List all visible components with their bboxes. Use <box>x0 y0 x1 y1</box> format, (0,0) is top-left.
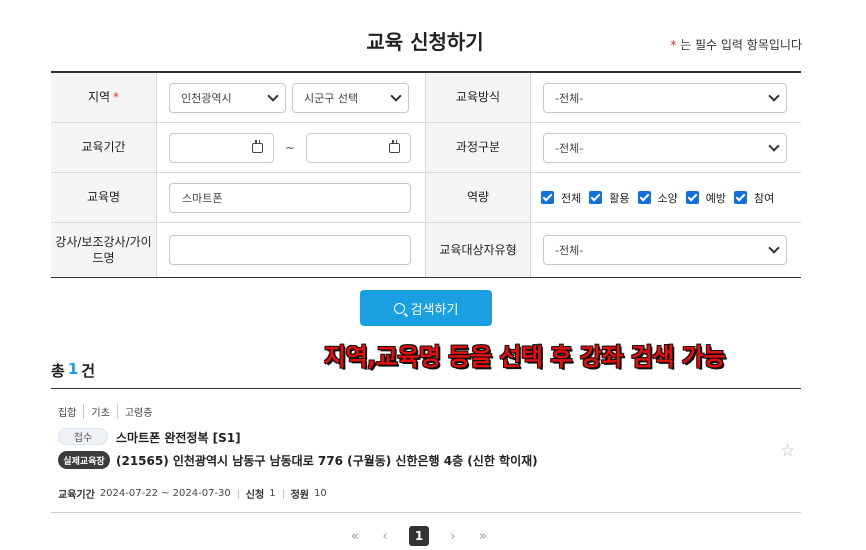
tag-item: 기초 <box>83 404 116 419</box>
instructor-label: 강사/보조강사/가이드명 <box>51 223 157 277</box>
target-type-select[interactable]: -전체- <box>543 235 787 265</box>
target-type-label: 교육대상자유형 <box>425 223 531 277</box>
checkbox-checked-icon[interactable] <box>734 191 747 204</box>
course-address: (21565) 인천광역시 남동구 남동대로 776 (구월동) 신한은행 4층… <box>116 454 538 468</box>
capacity-label: 정원 <box>290 490 309 501</box>
competency-checkbox-use[interactable]: 활용 <box>589 190 630 206</box>
first-page-button[interactable]: « <box>340 526 370 546</box>
calendar-icon[interactable] <box>252 139 263 153</box>
period-meta-label: 교육기간 <box>58 490 95 501</box>
favorite-star-icon[interactable]: ☆ <box>780 441 795 461</box>
search-icon <box>393 302 405 314</box>
chevron-down-icon <box>768 242 780 254</box>
search-form: 지역 * 인천광역시 시군구 선택 교육방식 -전체- 교육기간 ~ 과정구분 -… <box>51 71 801 278</box>
chevron-down-icon <box>768 139 780 152</box>
next-page-button[interactable]: › <box>438 526 468 546</box>
last-page-button[interactable]: » <box>468 526 498 546</box>
chevron-down-icon <box>267 89 279 102</box>
region-label: 지역 * <box>51 73 157 122</box>
district-select[interactable]: 시군구 선택 <box>292 82 409 113</box>
prev-page-button[interactable]: ‹ <box>370 526 400 546</box>
status-badge: 접수 <box>58 428 108 445</box>
tag-item: 집합 <box>58 408 77 419</box>
form-row-period: 교육기간 ~ 과정구분 -전체- <box>51 123 801 173</box>
course-meta: 교육기간 2024-07-22 ~ 2024-07-30 신청 1 정원 10 <box>58 486 327 501</box>
competency-checkbox-prevention[interactable]: 예방 <box>685 190 726 206</box>
checkbox-checked-icon[interactable] <box>541 191 554 204</box>
overlay-caption: 지역,교육명 등을 선택 후 강좌 검색 가능 <box>324 343 726 371</box>
current-page-button[interactable]: 1 <box>409 526 429 546</box>
course-type-select[interactable]: -전체- <box>543 132 787 163</box>
form-row-instructor: 강사/보조강사/가이드명 교육대상자유형 -전체- <box>51 223 801 277</box>
instructor-input[interactable] <box>169 235 411 265</box>
method-label: 교육방식 <box>425 73 531 122</box>
checkbox-checked-icon[interactable] <box>685 191 699 204</box>
pagination: « ‹ 1 › » <box>340 526 498 546</box>
applied-label: 신청 <box>245 490 265 501</box>
course-name-label: 교육명 <box>51 173 157 222</box>
capacity-value: 10 <box>313 488 327 499</box>
period-meta-value: 2024-07-22 ~ 2024-07-30 <box>99 488 231 499</box>
result-total: 총1건 <box>51 360 96 380</box>
list-bottom-divider <box>51 512 801 513</box>
date-separator: ~ <box>284 140 296 155</box>
competency-label: 역량 <box>425 173 531 222</box>
checkbox-checked-icon[interactable] <box>589 191 603 204</box>
required-note-text: 는 필수 입력 항목입니다 <box>680 38 802 52</box>
checkbox-checked-icon[interactable] <box>637 191 651 204</box>
city-select[interactable]: 인천광역시 <box>169 82 286 113</box>
form-row-region: 지역 * 인천광역시 시군구 선택 교육방식 -전체- <box>51 73 801 123</box>
course-tags: 집합 기초 고령층 <box>58 404 159 419</box>
location-badge: 실제교육장 <box>58 451 110 469</box>
search-button[interactable]: 검색하기 <box>360 290 492 326</box>
course-name-input[interactable]: 스마트폰 <box>169 182 411 213</box>
region-required-star: * <box>113 90 120 105</box>
form-row-name: 교육명 스마트폰 역량 전체 활용 소양 예방 참여 <box>51 173 801 223</box>
applied-value: 1 <box>269 488 276 499</box>
method-select[interactable]: -전체- <box>543 82 787 113</box>
chevron-down-icon <box>390 89 402 102</box>
start-date-input[interactable] <box>169 132 274 163</box>
result-count: 1 <box>67 360 79 378</box>
end-date-input[interactable] <box>306 132 411 163</box>
competency-checkboxes: 전체 활용 소양 예방 참여 <box>531 190 774 206</box>
chevron-down-icon <box>768 89 780 102</box>
course-type-label: 과정구분 <box>425 123 531 172</box>
course-title-link[interactable]: 스마트폰 완전정복 [S1] <box>116 429 241 446</box>
competency-checkbox-all[interactable]: 전체 <box>541 190 581 206</box>
list-top-divider <box>51 388 801 389</box>
calendar-icon[interactable] <box>389 139 400 153</box>
required-star: * <box>670 38 677 52</box>
required-note: * 는 필수 입력 항목입니다 <box>670 36 802 53</box>
period-label: 교육기간 <box>51 123 157 172</box>
meta-separator <box>237 488 239 499</box>
competency-checkbox-participation[interactable]: 참여 <box>734 190 774 206</box>
meta-separator <box>282 488 284 499</box>
competency-checkbox-literacy[interactable]: 소양 <box>637 190 678 206</box>
tag-item: 고령층 <box>116 404 160 419</box>
